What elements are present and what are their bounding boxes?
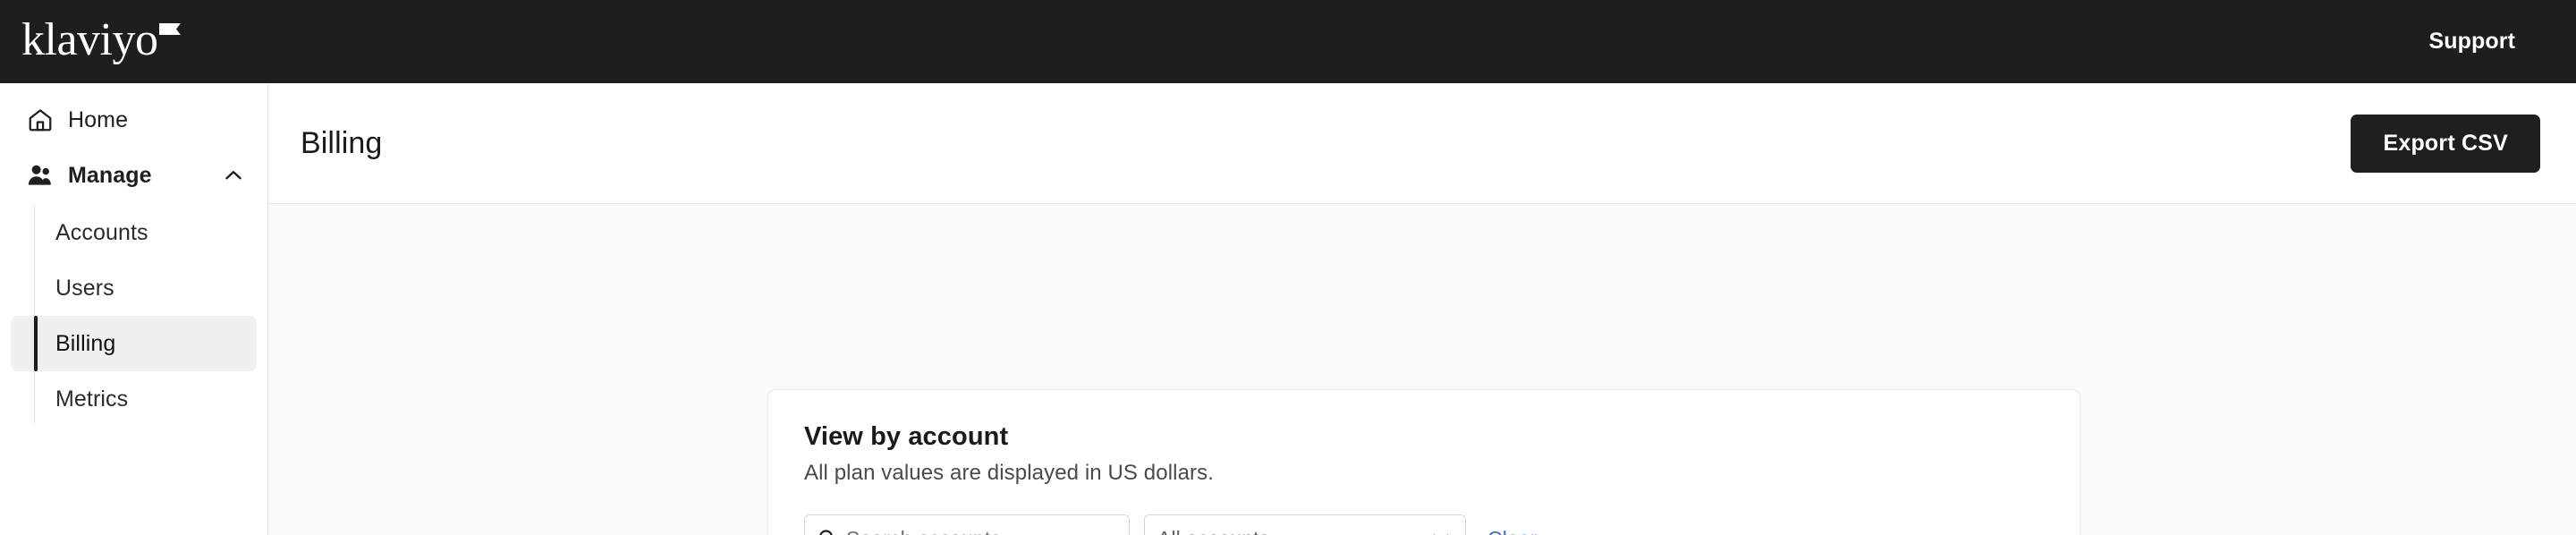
home-icon <box>25 105 55 135</box>
sidebar-item-home-label: Home <box>68 107 128 133</box>
chevron-up-icon[interactable] <box>221 163 246 188</box>
search-icon <box>816 527 839 535</box>
top-navigation-bar: klaviyo Support <box>0 0 2576 83</box>
clear-filters-link[interactable]: Clear <box>1487 527 1537 535</box>
chevron-down-icon <box>1429 527 1453 535</box>
search-input-placeholder: Search accounts <box>846 527 1001 535</box>
sidebar-navigation: Home Manage Accounts <box>0 83 268 535</box>
sidebar-item-metrics-label: Metrics <box>55 386 128 412</box>
account-filter-value: All accounts <box>1157 527 1269 535</box>
filter-row: Search accounts All accounts Clear <box>804 514 2044 535</box>
sidebar-item-metrics[interactable]: Metrics <box>11 371 257 427</box>
export-csv-button[interactable]: Export CSV <box>2351 115 2540 173</box>
content-area: View by account All plan values are disp… <box>268 204 2576 535</box>
card-subtitle: All plan values are displayed in US doll… <box>804 461 2044 486</box>
sidebar-submenu-manage: Accounts Users Billing Metrics <box>0 205 267 427</box>
page-title: Billing <box>301 126 382 161</box>
klaviyo-logo[interactable]: klaviyo <box>21 13 182 71</box>
app-root: klaviyo Support Home <box>0 0 2576 535</box>
main-content: Billing Export CSV View by account All p… <box>268 83 2576 535</box>
support-link[interactable]: Support <box>2428 29 2528 55</box>
sidebar-item-billing-label: Billing <box>55 331 115 357</box>
logo-wordmark: klaviyo <box>21 17 157 64</box>
account-filter-select[interactable]: All accounts <box>1144 514 1466 535</box>
sidebar-item-accounts-label: Accounts <box>55 220 148 246</box>
sidebar-group-manage-label: Manage <box>68 163 152 189</box>
sidebar-item-billing[interactable]: Billing <box>11 316 257 371</box>
page-header: Billing Export CSV <box>268 83 2576 204</box>
sidebar-item-users-label: Users <box>55 276 114 301</box>
search-input[interactable]: Search accounts <box>804 514 1130 535</box>
sidebar-item-users[interactable]: Users <box>11 260 257 316</box>
sidebar-item-home[interactable]: Home <box>11 92 257 148</box>
klaviyo-flag-icon <box>159 22 182 40</box>
view-by-account-card: View by account All plan values are disp… <box>767 389 2080 535</box>
sidebar-group-manage[interactable]: Manage <box>11 148 257 203</box>
sidebar-item-accounts[interactable]: Accounts <box>11 205 257 260</box>
people-icon <box>25 160 55 191</box>
card-title: View by account <box>804 422 2044 452</box>
